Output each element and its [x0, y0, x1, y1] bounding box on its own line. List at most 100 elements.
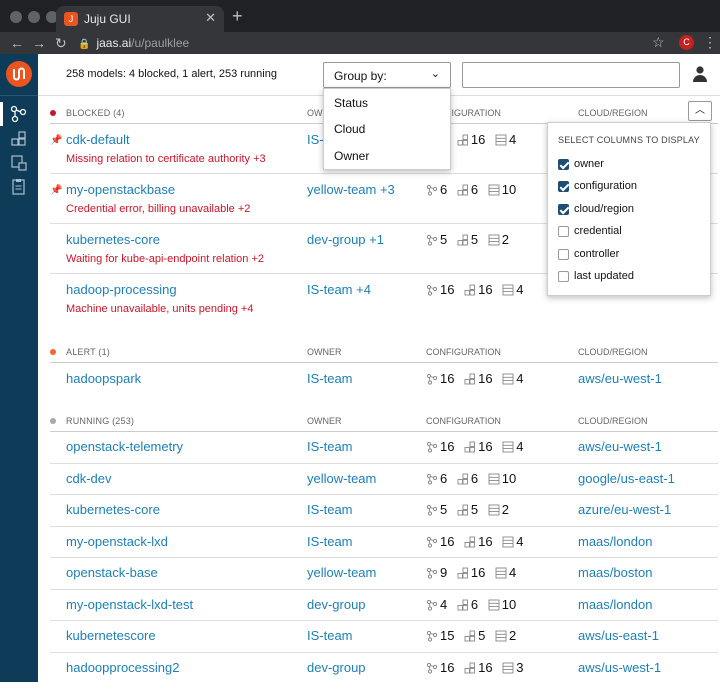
- cloud-column-header[interactable]: CLOUD/REGION: [578, 416, 648, 426]
- model-owner[interactable]: dev-group: [307, 660, 366, 675]
- model-cloud-region[interactable]: aws/eu-west-1: [578, 371, 662, 386]
- model-row[interactable]: hadoopspark IS-team 16 16 4 aws/eu-west-…: [50, 363, 718, 395]
- user-icon[interactable]: [692, 65, 708, 83]
- credential-column-label[interactable]: credential: [574, 225, 622, 237]
- model-row[interactable]: cdk-dev yellow-team 6 6 10 google/us-eas…: [50, 464, 718, 495]
- model-owner[interactable]: yellow-team: [307, 565, 376, 580]
- alert-section-label: ALERT (1): [66, 347, 110, 357]
- models-nav-icon[interactable]: [0, 102, 30, 126]
- model-cloud-region[interactable]: aws/us-west-1: [578, 660, 661, 675]
- model-name[interactable]: my-openstackbase: [66, 182, 175, 197]
- browser-toolbar: ← → ↻ 🔒 jaas.ai/u/paulklee ☆ C ⋮: [0, 32, 720, 54]
- machines-nav-icon[interactable]: [8, 153, 30, 173]
- model-owner[interactable]: IS-team: [307, 628, 353, 643]
- model-name[interactable]: my-openstack-lxd-test: [66, 597, 193, 612]
- model-cloud-region[interactable]: maas/london: [578, 597, 652, 612]
- model-cloud-region[interactable]: maas/boston: [578, 565, 652, 580]
- model-cloud-region[interactable]: google/us-east-1: [578, 471, 675, 486]
- browser-tab[interactable]: J Juju GUI ✕: [56, 6, 224, 32]
- browser-menu-icon[interactable]: ⋮: [703, 34, 717, 51]
- model-owner[interactable]: IS-team: [307, 371, 353, 386]
- units-icon: [457, 599, 469, 614]
- model-name[interactable]: kubernetes-core: [66, 502, 160, 517]
- clipboard-nav-icon[interactable]: [8, 177, 30, 197]
- model-owner[interactable]: IS-team: [307, 502, 353, 517]
- model-name[interactable]: hadoop-processing: [66, 282, 177, 297]
- model-cloud-region[interactable]: azure/eu-west-1: [578, 502, 671, 517]
- tab-close-icon[interactable]: ✕: [205, 10, 216, 26]
- search-input[interactable]: [462, 62, 680, 88]
- model-row[interactable]: my-openstack-lxd IS-team 16 16 4 maas/lo…: [50, 527, 718, 558]
- cloud-column-header[interactable]: CLOUD/REGION: [578, 347, 648, 357]
- owner-column-header[interactable]: OWNER: [307, 416, 342, 426]
- model-name[interactable]: cdk-default: [66, 132, 130, 147]
- window-close-dot[interactable]: [10, 11, 22, 23]
- running-section-label: RUNNING (253): [66, 416, 135, 426]
- back-icon[interactable]: ←: [10, 34, 24, 52]
- model-configuration: 15 5 2: [426, 628, 522, 645]
- model-owner[interactable]: dev-group +1: [307, 232, 384, 247]
- model-name[interactable]: my-openstack-lxd: [66, 534, 168, 549]
- model-cloud-region[interactable]: aws/us-east-1: [578, 628, 659, 643]
- groupby-select[interactable]: Group by: ⌄: [323, 62, 451, 88]
- owner-column-label[interactable]: owner: [574, 158, 604, 170]
- applications-nav-icon[interactable]: [8, 129, 30, 149]
- configuration-column-header[interactable]: CONFIGURATION: [426, 347, 501, 357]
- owner-column-checkbox[interactable]: [558, 159, 569, 170]
- controller-column-checkbox[interactable]: [558, 249, 569, 260]
- cloud-column-header[interactable]: CLOUD/REGION: [578, 108, 648, 118]
- configuration-column-checkbox[interactable]: [558, 181, 569, 192]
- model-owner[interactable]: yellow-team +3: [307, 182, 395, 197]
- model-row[interactable]: kubernetes-core IS-team 5 5 2 azure/eu-w…: [50, 495, 718, 527]
- cloud-region-column-checkbox[interactable]: [558, 204, 569, 215]
- model-owner[interactable]: dev-group: [307, 597, 366, 612]
- machines-count: 2: [501, 232, 509, 247]
- model-name[interactable]: openstack-telemetry: [66, 439, 183, 454]
- address-bar[interactable]: 🔒 jaas.ai/u/paulklee: [78, 34, 664, 52]
- model-cloud-region[interactable]: aws/eu-west-1: [578, 439, 662, 454]
- groupby-option-owner[interactable]: Owner: [334, 149, 369, 163]
- model-owner[interactable]: yellow-team: [307, 471, 376, 486]
- window-minimize-dot[interactable]: [28, 11, 40, 23]
- model-name[interactable]: hadoopspark: [66, 371, 141, 386]
- model-cloud-region[interactable]: maas/london: [578, 534, 652, 549]
- juju-logo-icon[interactable]: [6, 61, 32, 87]
- forward-icon[interactable]: →: [32, 34, 46, 52]
- owner-column-header[interactable]: OWNER: [307, 347, 342, 357]
- credential-column-checkbox[interactable]: [558, 226, 569, 237]
- groupby-option-status[interactable]: Status: [334, 96, 368, 110]
- model-name[interactable]: openstack-base: [66, 565, 158, 580]
- lock-icon: 🔒: [78, 39, 91, 50]
- model-name[interactable]: cdk-dev: [66, 471, 112, 486]
- machines-count: 10: [501, 596, 517, 612]
- model-owner[interactable]: IS-team: [307, 439, 353, 454]
- reload-icon[interactable]: ↻: [55, 34, 67, 52]
- cloud-region-column-label[interactable]: cloud/region: [574, 203, 634, 215]
- model-owner[interactable]: IS-team +4: [307, 282, 371, 297]
- last-updated-column-label[interactable]: last updated: [574, 270, 634, 282]
- column-selector-toggle[interactable]: ︿: [688, 101, 712, 121]
- model-row[interactable]: openstack-telemetry IS-team 16 16 4 aws/…: [50, 432, 718, 464]
- new-tab-icon[interactable]: +: [232, 6, 243, 27]
- last-updated-column-checkbox[interactable]: [558, 271, 569, 282]
- bookmark-star-icon[interactable]: ☆: [652, 34, 665, 51]
- model-name[interactable]: kubernetescore: [66, 628, 156, 643]
- pin-icon[interactable]: 📌: [50, 185, 62, 196]
- model-row[interactable]: kubernetescore IS-team 15 5 2 aws/us-eas…: [50, 621, 718, 653]
- model-row[interactable]: my-openstack-lxd-test dev-group 4 6 10 m…: [50, 590, 718, 621]
- controller-column-label[interactable]: controller: [574, 248, 619, 260]
- machines-icon: [488, 599, 500, 614]
- pin-icon[interactable]: 📌: [50, 135, 62, 146]
- model-name[interactable]: hadoopprocessing2: [66, 660, 179, 675]
- configuration-column-header[interactable]: CONFIGURATION: [426, 416, 501, 426]
- groupby-option-cloud[interactable]: Cloud: [334, 122, 365, 136]
- model-configuration: 16 16 4: [426, 282, 529, 299]
- model-configuration: 16 16 4: [426, 534, 529, 551]
- configuration-column-label[interactable]: configuration: [574, 180, 637, 192]
- profile-avatar[interactable]: C: [679, 35, 694, 50]
- model-name[interactable]: kubernetes-core: [66, 232, 160, 247]
- model-row[interactable]: hadoopprocessing2 dev-group 16 16 3 aws/…: [50, 653, 718, 682]
- model-row[interactable]: openstack-base yellow-team 9 16 4 maas/b…: [50, 558, 718, 590]
- model-owner[interactable]: IS-team: [307, 534, 353, 549]
- url-domain: jaas.ai: [96, 36, 132, 50]
